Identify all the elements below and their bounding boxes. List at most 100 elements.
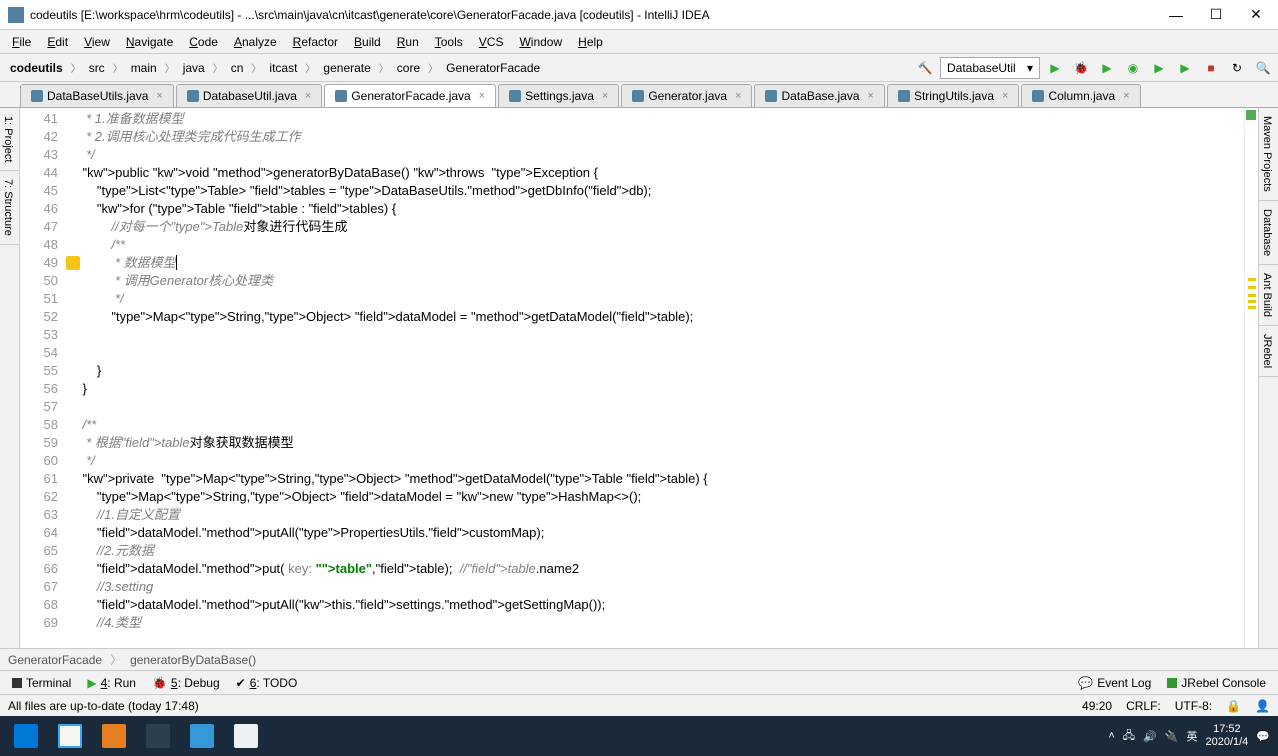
line-number[interactable]: 43	[20, 146, 64, 164]
tool-window-tab[interactable]: 7: Structure	[0, 171, 19, 245]
close-tab-icon[interactable]: ×	[868, 90, 874, 102]
code-line[interactable]: /**	[68, 416, 1244, 434]
line-number[interactable]: 57	[20, 398, 64, 416]
warning-mark[interactable]	[1248, 300, 1256, 303]
line-number[interactable]: 58	[20, 416, 64, 434]
line-number[interactable]: 50	[20, 272, 64, 290]
breadcrumb-item[interactable]: GeneratorFacade	[440, 59, 546, 77]
code-line[interactable]: * 1.准备数据模型	[68, 110, 1244, 128]
code-line[interactable]	[68, 326, 1244, 344]
taskbar-app[interactable]	[136, 718, 180, 754]
breadcrumb-item[interactable]: core	[391, 59, 426, 77]
line-number[interactable]: 52	[20, 308, 64, 326]
event-log-tab[interactable]: 💬Event Log	[1070, 674, 1159, 692]
line-separator[interactable]: CRLF:	[1126, 699, 1161, 713]
warning-mark[interactable]	[1248, 278, 1256, 281]
warning-mark[interactable]	[1248, 306, 1256, 309]
coverage-icon[interactable]: ▶	[1096, 57, 1118, 79]
line-number[interactable]: 44	[20, 164, 64, 182]
line-number[interactable]: 56	[20, 380, 64, 398]
build-icon[interactable]: 🔨	[914, 57, 936, 79]
tool-window-tab[interactable]: Maven Projects	[1259, 108, 1278, 201]
run-tab[interactable]: ▶4: Run	[79, 674, 144, 692]
crumb-class[interactable]: GeneratorFacade	[8, 653, 102, 667]
code-line[interactable]: * 2.调用核心处理类完成代码生成工作	[68, 128, 1244, 146]
line-number[interactable]: 48	[20, 236, 64, 254]
line-number[interactable]: 55	[20, 362, 64, 380]
line-number[interactable]: 64	[20, 524, 64, 542]
editor-tab[interactable]: Column.java×	[1021, 84, 1140, 107]
line-number[interactable]: 61	[20, 470, 64, 488]
menu-window[interactable]: Window	[511, 33, 570, 51]
file-encoding[interactable]: UTF-8:	[1175, 699, 1212, 713]
line-number[interactable]: 69	[20, 614, 64, 632]
editor-tab[interactable]: GeneratorFacade.java×	[324, 84, 496, 107]
debug-tab[interactable]: 🐞5: Debug	[144, 674, 228, 692]
intention-bulb-icon[interactable]	[66, 256, 80, 270]
editor-tab[interactable]: DataBaseUtils.java×	[20, 84, 174, 107]
breadcrumb-item[interactable]: main	[125, 59, 163, 77]
code-line[interactable]: }	[68, 362, 1244, 380]
terminal-tab[interactable]: Terminal	[4, 674, 79, 692]
tray-chevron-icon[interactable]: ˄	[1108, 730, 1114, 742]
jrebel-run-icon[interactable]: ▶	[1148, 57, 1170, 79]
breadcrumb-item[interactable]: codeutils	[4, 59, 69, 77]
line-number[interactable]: 59	[20, 434, 64, 452]
tool-window-tab[interactable]: Database	[1259, 201, 1278, 265]
stop-icon[interactable]: ■	[1200, 57, 1222, 79]
code-line[interactable]: "field">dataModel."method">put( key: "">…	[68, 560, 1244, 578]
breadcrumb-item[interactable]: generate	[317, 59, 376, 77]
warning-mark[interactable]	[1248, 286, 1256, 289]
close-tab-icon[interactable]: ×	[156, 90, 162, 102]
line-number[interactable]: 67	[20, 578, 64, 596]
tray-network-icon[interactable]: 🖧	[1123, 727, 1135, 746]
code-line[interactable]: //1.自定义配置	[68, 506, 1244, 524]
close-tab-icon[interactable]: ×	[735, 90, 741, 102]
minimize-button[interactable]: —	[1162, 5, 1190, 25]
tray-volume-icon[interactable]: 🔊	[1143, 730, 1157, 743]
breadcrumb-item[interactable]: cn	[225, 59, 250, 77]
breadcrumb-item[interactable]: itcast	[263, 59, 303, 77]
todo-tab[interactable]: ✔6: TODO	[228, 674, 306, 692]
tool-window-tab[interactable]: JRebel	[1259, 326, 1278, 377]
line-number[interactable]: 47	[20, 218, 64, 236]
system-tray[interactable]: ˄ 🖧 🔊 🔌 英 17:52 2020/1/4 💬	[1108, 723, 1274, 749]
tool-window-tab[interactable]: 1: Project	[0, 108, 19, 171]
editor-tab[interactable]: StringUtils.java×	[887, 84, 1019, 107]
close-tab-icon[interactable]: ×	[479, 90, 485, 102]
code-line[interactable]: */	[68, 290, 1244, 308]
code-line[interactable]: */	[68, 452, 1244, 470]
editor[interactable]: 4142434445464748495051525354555657585960…	[20, 108, 1258, 648]
error-stripe[interactable]	[1244, 108, 1258, 648]
taskbar-app[interactable]	[48, 718, 92, 754]
update-icon[interactable]: ↻	[1226, 57, 1248, 79]
code-line[interactable]: "kw">private "type">Map<"type">String,"t…	[68, 470, 1244, 488]
menu-analyze[interactable]: Analyze	[226, 33, 285, 51]
lock-icon[interactable]: 🔒	[1226, 699, 1241, 713]
jrebel-console-tab[interactable]: JRebel Console	[1159, 674, 1274, 692]
tool-window-tab[interactable]: Ant Build	[1259, 265, 1278, 326]
crumb-method[interactable]: generatorByDataBase()	[130, 653, 256, 667]
line-number[interactable]: 54	[20, 344, 64, 362]
line-number[interactable]: 63	[20, 506, 64, 524]
editor-tab[interactable]: DatabaseUtil.java×	[176, 84, 323, 107]
code-line[interactable]: "type">List<"type">Table> "field">tables…	[68, 182, 1244, 200]
close-tab-icon[interactable]: ×	[305, 90, 311, 102]
line-number[interactable]: 41	[20, 110, 64, 128]
code-line[interactable]: //对每一个"type">Table对象进行代码生成	[68, 218, 1244, 236]
code-line[interactable]: * 数据模型	[68, 254, 1244, 272]
code-line[interactable]: "type">Map<"type">String,"type">Object> …	[68, 488, 1244, 506]
line-number[interactable]: 66	[20, 560, 64, 578]
close-button[interactable]: ✕	[1242, 5, 1270, 25]
menu-file[interactable]: File	[4, 33, 39, 51]
menu-navigate[interactable]: Navigate	[118, 33, 181, 51]
line-number[interactable]: 68	[20, 596, 64, 614]
code-line[interactable]: /**	[68, 236, 1244, 254]
menu-view[interactable]: View	[76, 33, 118, 51]
code-line[interactable]	[68, 398, 1244, 416]
code-line[interactable]: "kw">public "kw">void "method">generator…	[68, 164, 1244, 182]
line-number[interactable]: 42	[20, 128, 64, 146]
search-icon[interactable]: 🔍	[1252, 57, 1274, 79]
warning-mark[interactable]	[1248, 294, 1256, 297]
code-line[interactable]: */	[68, 146, 1244, 164]
